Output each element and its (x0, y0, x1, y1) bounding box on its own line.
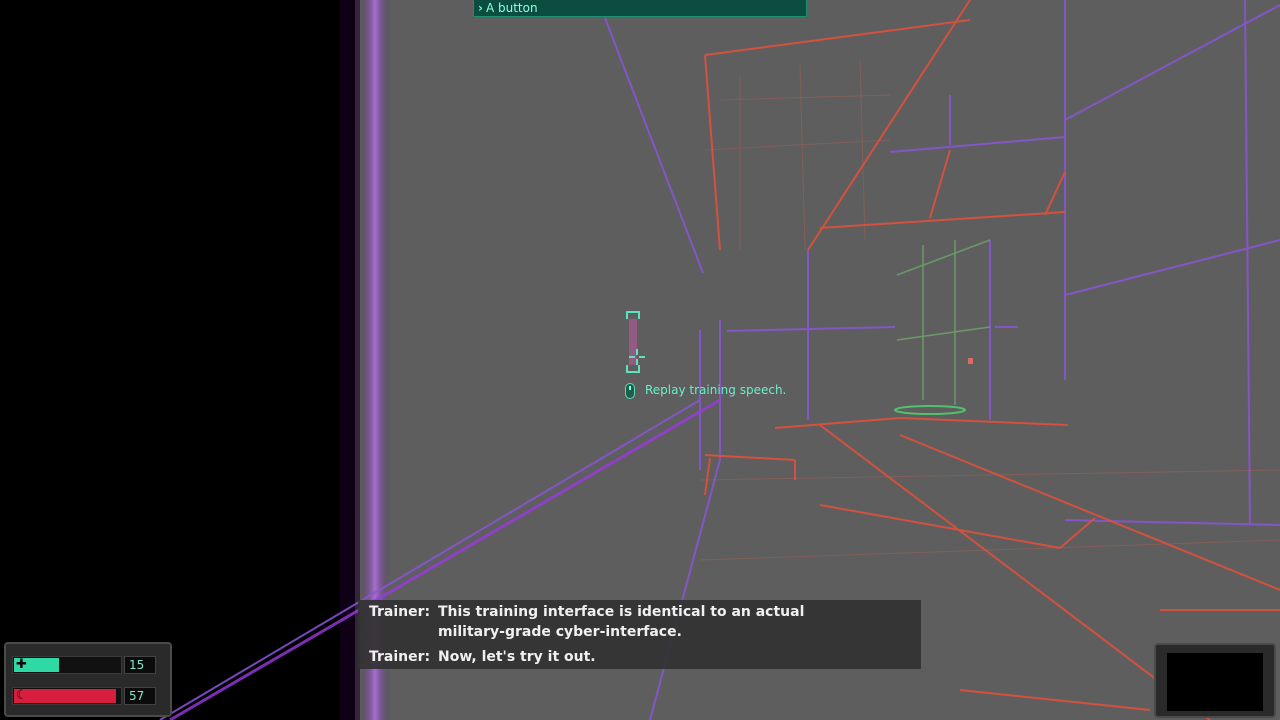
minimap-panel (1154, 643, 1276, 718)
speaker-name: Trainer: (369, 649, 431, 665)
dialogue-text: Now, let's try it out. (438, 649, 596, 665)
minimap-screen (1167, 653, 1263, 711)
mouse-icon (625, 382, 635, 399)
dialogue-line-2: Trainer: Now, let's try it out. (369, 649, 596, 665)
crosshair-icon (629, 349, 645, 365)
objective-text: A button (485, 1, 538, 15)
objective-banner: › A button (473, 0, 807, 17)
energy-value: 57 (124, 687, 156, 705)
energy-bar: ☾ (12, 687, 122, 705)
dialogue-line-1-continued: military-grade cyber-interface. (369, 624, 682, 640)
plus-icon: ✚ (16, 657, 27, 672)
health-value: 15 (124, 656, 156, 674)
speaker-name: Trainer: (369, 604, 431, 620)
hint-text: Replay training speech. (645, 383, 787, 397)
chevron-right-icon: › (478, 1, 483, 15)
dialogue-box: Trainer: This training interface is ident… (358, 600, 921, 669)
interaction-hint: Replay training speech. (625, 380, 786, 400)
energy-bar-fill (14, 689, 116, 703)
health-bar: ✚ (12, 656, 122, 674)
dialogue-text: military-grade cyber-interface. (438, 624, 682, 640)
status-hud: ✚ 15 ☾ 57 (4, 642, 172, 717)
dialogue-line-1: Trainer: This training interface is ident… (369, 604, 804, 620)
dialogue-text: This training interface is identical to … (438, 604, 805, 620)
crescent-icon: ☾ (16, 688, 28, 703)
